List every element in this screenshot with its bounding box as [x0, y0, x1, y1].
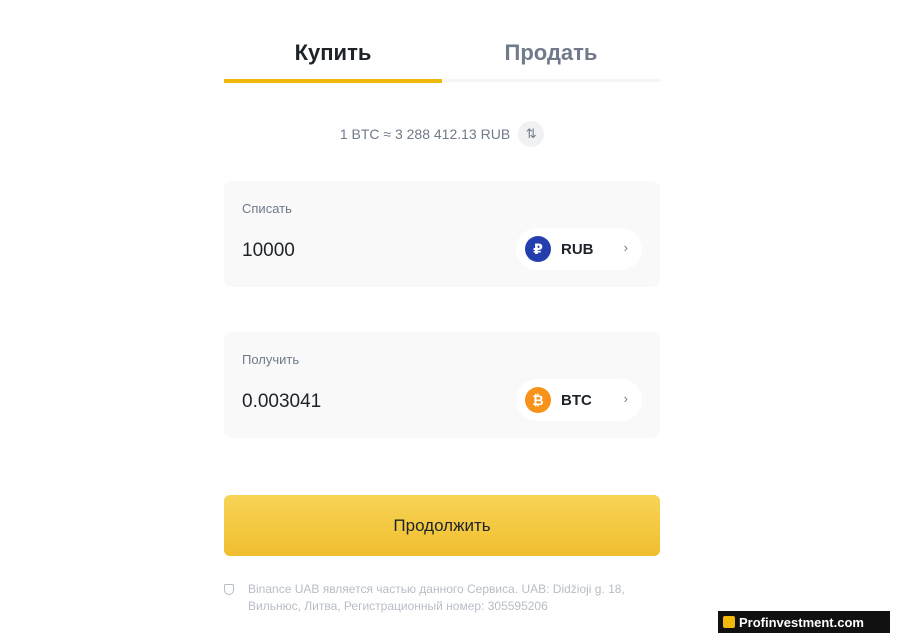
watermark-logo-icon — [723, 616, 735, 628]
exchange-rate-text: 1 BTC ≈ 3 288 412.13 RUB — [339, 126, 511, 142]
chevron-right-icon: › — [623, 391, 628, 406]
receive-panel: Получить ₿ BTC › — [224, 332, 660, 438]
buy-sell-tabs: Купить Продать — [224, 24, 660, 85]
tab-sell[interactable]: Продать — [442, 24, 660, 82]
continue-button[interactable]: Продолжить — [224, 495, 660, 556]
swap-icon[interactable]: ⇅ — [518, 121, 545, 147]
spend-currency-selector[interactable]: ₽ RUB › — [516, 228, 642, 270]
watermark: Profinvestment.com — [718, 611, 890, 633]
chevron-right-icon: › — [623, 240, 628, 255]
legal-footnote-text: Binance UAB является частью данного Серв… — [248, 582, 625, 613]
spend-label: Списать — [242, 201, 292, 216]
ruble-coin-icon: ₽ — [525, 236, 551, 262]
tab-buy[interactable]: Купить — [224, 24, 442, 82]
receive-currency-selector[interactable]: ₿ BTC › — [516, 379, 642, 421]
watermark-text: Profinvestment.com — [739, 614, 864, 630]
spend-amount-input[interactable] — [242, 237, 492, 265]
exchange-rate-row: 1 BTC ≈ 3 288 412.13 RUB ⇅ — [224, 118, 660, 150]
receive-currency-code: BTC — [561, 391, 592, 409]
bitcoin-coin-icon: ₿ — [525, 387, 551, 413]
receive-label: Получить — [242, 352, 300, 367]
receive-amount-input[interactable] — [242, 388, 492, 416]
active-tab-indicator — [224, 79, 442, 83]
shield-icon — [224, 584, 234, 595]
spend-currency-code: RUB — [561, 240, 594, 258]
spend-panel: Списать ₽ RUB › — [224, 181, 660, 287]
